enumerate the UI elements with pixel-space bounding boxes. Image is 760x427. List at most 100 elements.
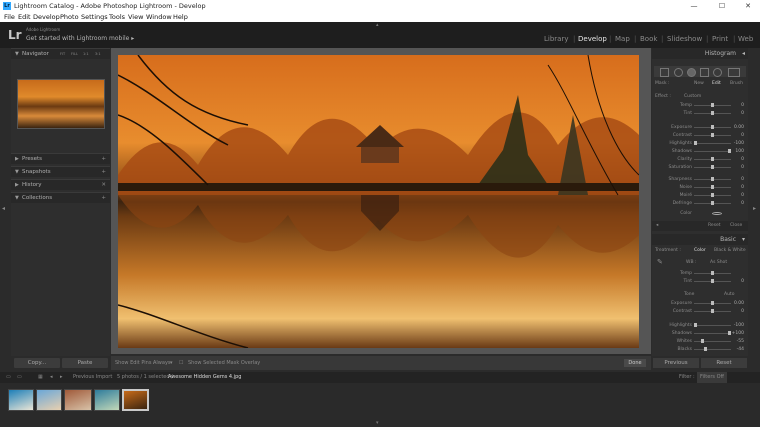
filmstrip-thumbnail[interactable] [64, 389, 92, 411]
zoom-fill[interactable]: FILL [71, 49, 78, 59]
module-web[interactable]: Web [738, 35, 753, 43]
basic-header[interactable]: Basic ▾ [652, 234, 748, 245]
basic-tone-slider-handle[interactable] [711, 309, 714, 313]
mobile-prompt[interactable]: Get started with Lightroom mobile ▸ [26, 35, 134, 42]
clear-history-icon[interactable]: ✕ [101, 180, 106, 190]
mask-adjustment-slider[interactable] [694, 141, 731, 145]
mask-adjustment-slider-handle[interactable] [711, 185, 714, 189]
treatment-bw[interactable]: Black & White [714, 247, 746, 254]
navigator-preview[interactable] [17, 79, 105, 129]
module-slideshow[interactable]: Slideshow [667, 35, 702, 43]
mask-adjustment-value[interactable]: 0 [741, 176, 744, 183]
filmstrip-thumbnail[interactable] [36, 389, 62, 411]
basic-presence-value[interactable]: -55 [737, 338, 744, 345]
graduated-filter-icon[interactable] [700, 68, 709, 77]
basic-wb-slider-handle[interactable] [711, 271, 714, 275]
mask-adjustment-slider[interactable] [694, 149, 731, 153]
filter-select[interactable]: Filters Off [697, 372, 727, 383]
back-icon[interactable]: ◂ [50, 372, 53, 383]
mask-adjustment-value[interactable]: 0 [741, 156, 744, 163]
menu-view[interactable]: View [128, 12, 143, 22]
previous-button[interactable]: Previous [653, 358, 699, 368]
collapse-right-panel-icon[interactable]: ▸ [753, 205, 756, 212]
treatment-color[interactable]: Color [694, 247, 706, 254]
basic-wb-slider[interactable] [694, 271, 731, 275]
basic-presence-slider[interactable] [694, 331, 731, 335]
module-map[interactable]: Map [615, 35, 630, 43]
mask-adjustment-slider-handle[interactable] [711, 125, 714, 129]
mask-adjustment-slider[interactable] [694, 111, 731, 115]
grid-view-icon[interactable]: ▭ [6, 372, 11, 383]
basic-presence-slider[interactable] [694, 347, 731, 351]
mask-adjustment-value[interactable]: 0 [741, 192, 744, 199]
collapse-top-panel-icon[interactable]: ▴ [376, 22, 379, 28]
menu-help[interactable]: Help [173, 12, 188, 22]
red-eye-icon[interactable] [687, 68, 696, 77]
menu-tools[interactable]: Tools [109, 12, 125, 22]
basic-presence-slider-handle[interactable] [728, 331, 731, 335]
mask-adjustment-slider-handle[interactable] [711, 111, 714, 115]
eyedropper-icon[interactable]: ✎ [657, 259, 663, 266]
basic-presence-value[interactable]: -100 [734, 322, 744, 329]
mask-edit[interactable]: Edit [712, 80, 721, 87]
basic-wb-slider[interactable] [694, 279, 731, 283]
filmstrip-thumbnail[interactable] [94, 389, 120, 411]
mask-adjustment-slider-handle[interactable] [711, 103, 714, 107]
second-window-icon[interactable]: ▭ [17, 372, 22, 383]
basic-presence-value[interactable]: +100 [732, 330, 744, 337]
navigator-header[interactable]: ▼ Navigator FIT FILL 1:1 3:1 [11, 48, 110, 59]
mask-adjustment-value[interactable]: 0 [741, 184, 744, 191]
mask-adjustment-slider[interactable] [694, 177, 731, 181]
basic-tone-slider[interactable] [694, 301, 731, 305]
basic-presence-value[interactable]: -44 [737, 346, 744, 353]
collapse-left-panel-icon[interactable]: ◂ [2, 205, 5, 212]
basic-tone-slider-handle[interactable] [711, 301, 714, 305]
basic-presence-slider[interactable] [694, 323, 731, 327]
presets-header[interactable]: ▶ Presets + [11, 153, 110, 164]
reset-button[interactable]: Reset [701, 358, 747, 368]
crop-icon[interactable] [660, 68, 669, 77]
histogram-header[interactable]: Histogram ◂ [652, 48, 748, 59]
mask-close-button[interactable]: Close [730, 223, 742, 228]
menu-edit[interactable]: Edit [18, 12, 31, 22]
mask-adjustment-value[interactable]: 100 [735, 148, 744, 155]
mask-adjustment-slider-handle[interactable] [711, 201, 714, 205]
add-snapshot-icon[interactable]: + [101, 167, 106, 177]
mask-reset-button[interactable]: Reset [708, 223, 721, 228]
done-button[interactable]: Done [624, 359, 646, 367]
mask-panel-arrow-icon[interactable]: ◂ [656, 223, 658, 228]
history-header[interactable]: ▶ History ✕ [11, 179, 110, 190]
basic-presence-slider-handle[interactable] [694, 323, 697, 327]
mask-adjustment-slider[interactable] [694, 103, 731, 107]
mask-adjustment-slider[interactable] [694, 165, 731, 169]
mask-adjustment-value[interactable]: 0.00 [734, 124, 744, 131]
mask-adjustment-slider-handle[interactable] [694, 141, 697, 145]
mask-adjustment-slider-handle[interactable] [711, 177, 714, 181]
snapshots-header[interactable]: ▼ Snapshots + [11, 166, 110, 177]
mask-adjustment-slider-handle[interactable] [711, 193, 714, 197]
basic-tone-slider[interactable] [694, 309, 731, 313]
mask-adjustment-slider-handle[interactable] [711, 157, 714, 161]
mask-adjustment-value[interactable]: 0 [741, 164, 744, 171]
zoom-3-1[interactable]: 3:1 [95, 49, 101, 59]
add-preset-icon[interactable]: + [101, 154, 106, 164]
basic-wb-value[interactable]: 0 [741, 278, 744, 285]
mask-adjustment-value[interactable]: 0 [741, 102, 744, 109]
overlay-checkbox[interactable]: ☐ [179, 356, 183, 370]
maximize-button[interactable]: ☐ [710, 0, 734, 12]
spot-removal-icon[interactable] [674, 68, 683, 77]
module-book[interactable]: Book [640, 35, 657, 43]
basic-wb-slider-handle[interactable] [711, 279, 714, 283]
basic-tone-value[interactable]: 0 [741, 308, 744, 315]
basic-presence-slider-handle[interactable] [701, 339, 705, 343]
mask-adjustment-slider[interactable] [694, 201, 731, 205]
mask-adjustment-value[interactable]: 0 [741, 110, 744, 117]
mask-adjustment-slider[interactable] [694, 193, 731, 197]
mask-adjustment-slider-handle[interactable] [711, 133, 714, 137]
copy-button[interactable]: Copy... [14, 358, 60, 368]
basic-presence-slider[interactable] [694, 339, 731, 343]
collections-header[interactable]: ▼ Collections + [11, 192, 110, 203]
wb-select[interactable]: As Shot [710, 259, 727, 266]
photo-preview[interactable] [118, 55, 639, 348]
basic-presence-slider-handle[interactable] [703, 347, 707, 351]
